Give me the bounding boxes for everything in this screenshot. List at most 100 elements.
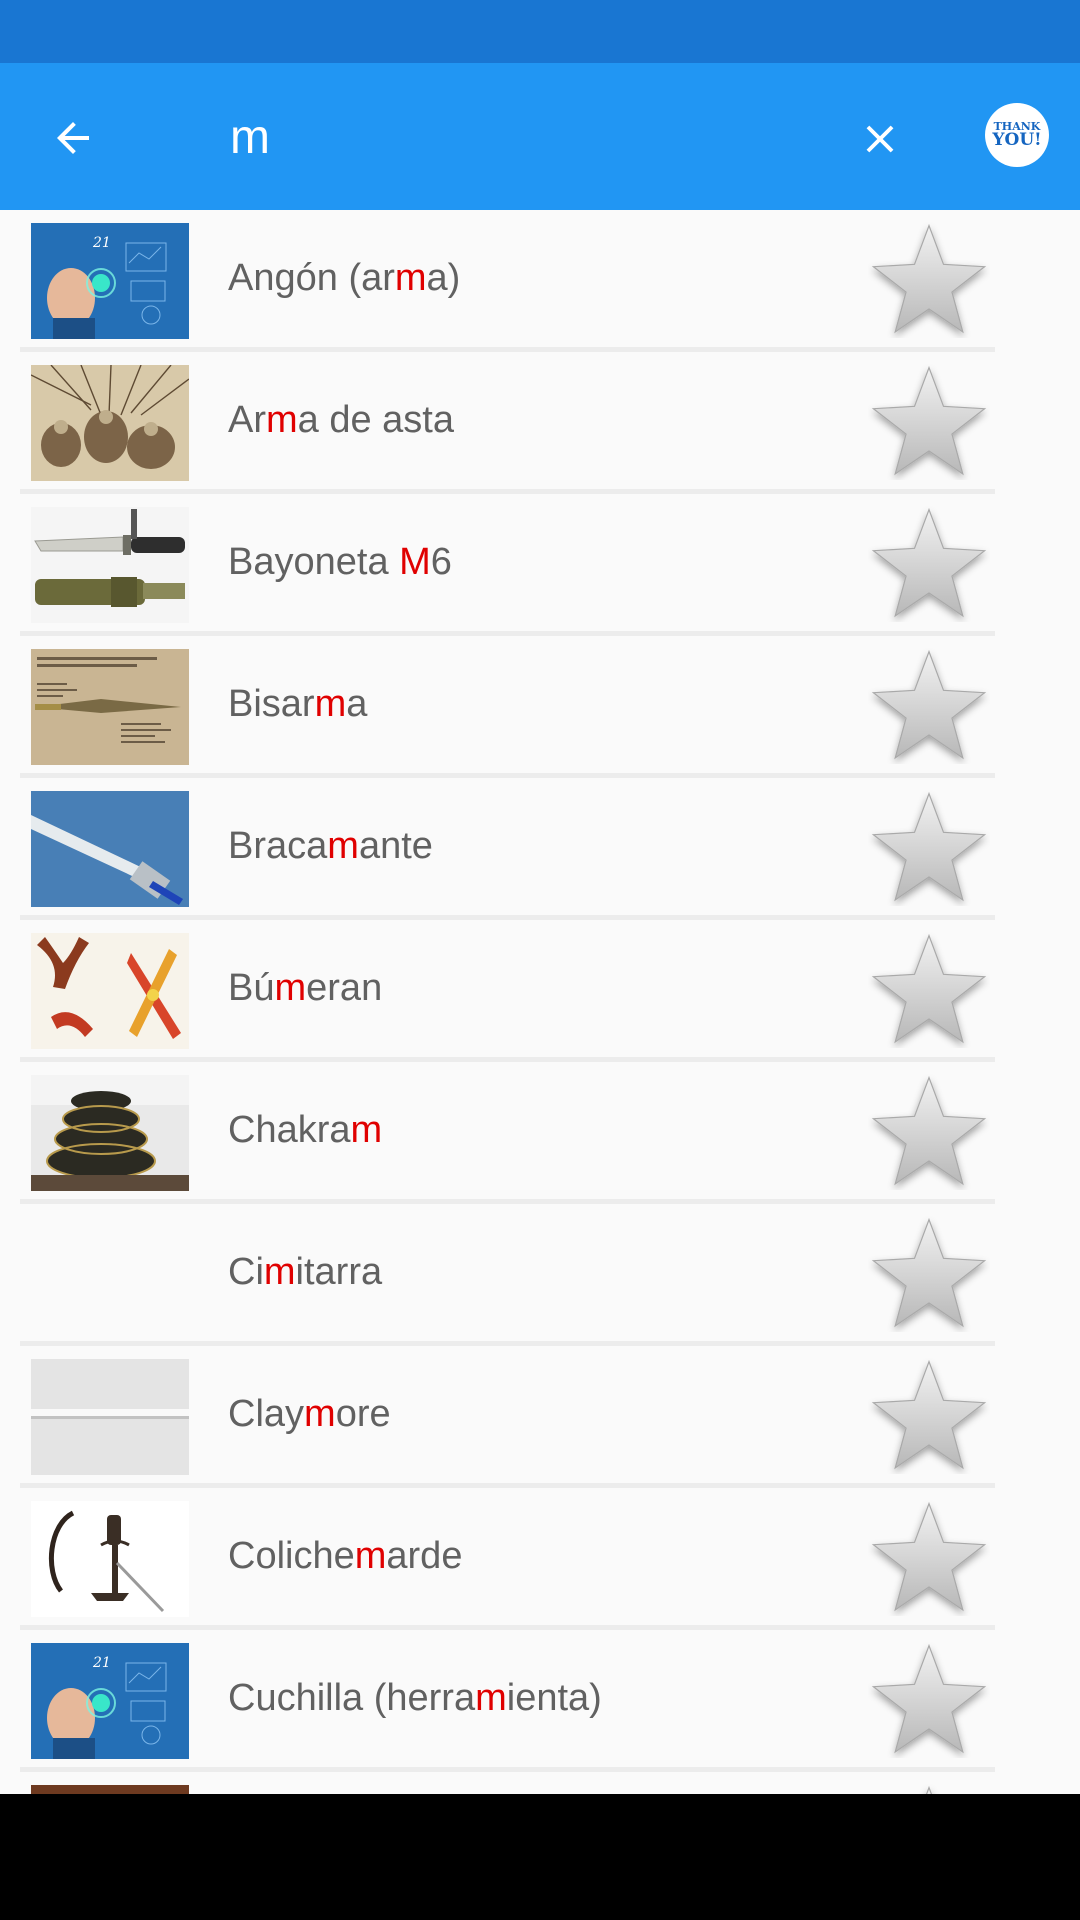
favorite-star-button[interactable] xyxy=(868,790,990,906)
item-thumbnail xyxy=(31,933,189,1049)
close-icon xyxy=(866,125,894,153)
item-title-text: a de asta xyxy=(297,399,454,441)
star-icon xyxy=(925,1785,933,1794)
favorite-star-button[interactable] xyxy=(868,1358,990,1474)
arrow-left-icon xyxy=(57,122,89,154)
favorite-star-button[interactable] xyxy=(868,1500,990,1616)
status-bar xyxy=(0,0,1080,63)
app-screen: THANK YOU! 21Angón (arma)Arma de astaBay… xyxy=(0,0,1080,1794)
clear-search-button[interactable] xyxy=(846,105,914,173)
star-icon xyxy=(871,223,987,334)
item-title-text: Bisar xyxy=(228,683,315,725)
item-title-text: Braca xyxy=(228,825,328,867)
search-toolbar: THANK YOU! xyxy=(0,63,1080,210)
item-title: Cimitarra xyxy=(228,1204,382,1341)
list-item[interactable]: Bracamante xyxy=(20,778,995,920)
item-thumbnail xyxy=(31,1217,189,1333)
star-icon xyxy=(871,1217,987,1328)
star-icon xyxy=(871,365,987,476)
item-title-text: Bayoneta xyxy=(228,541,400,583)
search-match-highlight: M xyxy=(399,541,431,583)
list-item[interactable] xyxy=(20,1772,995,1794)
item-title-text: Clay xyxy=(228,1393,305,1435)
item-title-text: ante xyxy=(358,825,433,867)
item-title: Claymore xyxy=(228,1346,391,1483)
search-match-highlight: m xyxy=(274,967,307,1009)
item-title-text: a) xyxy=(426,257,461,299)
item-title: Cuchilla (herramienta) xyxy=(228,1630,602,1767)
item-thumbnail xyxy=(31,1359,189,1475)
search-match-highlight: m xyxy=(266,399,298,441)
star-icon xyxy=(871,1501,987,1612)
favorite-star-button[interactable] xyxy=(868,222,990,338)
item-thumbnail: 21 xyxy=(31,223,189,339)
star-icon xyxy=(871,791,987,902)
search-match-highlight: m xyxy=(304,1393,336,1435)
item-thumbnail xyxy=(31,1785,189,1794)
list-item[interactable]: Chakram xyxy=(20,1062,995,1204)
item-thumbnail xyxy=(31,1501,189,1617)
item-title-text: Angón (ar xyxy=(228,257,395,299)
search-match-highlight: m xyxy=(314,683,347,725)
svg-text:21: 21 xyxy=(92,1655,111,1671)
star-icon xyxy=(871,933,987,1044)
thank-you-button[interactable]: THANK YOU! xyxy=(985,103,1049,167)
search-match-highlight: m xyxy=(394,257,427,299)
back-button[interactable] xyxy=(42,107,104,169)
item-title-text: a xyxy=(346,683,368,725)
star-icon xyxy=(871,507,987,618)
favorite-star-button[interactable] xyxy=(868,1074,990,1190)
list-item[interactable]: Claymore xyxy=(20,1346,995,1488)
item-title-text: eran xyxy=(306,967,383,1009)
favorite-star-button[interactable] xyxy=(868,1784,990,1794)
list-item[interactable]: Colichemarde xyxy=(20,1488,995,1630)
list-item[interactable]: Bayoneta M6 xyxy=(20,494,995,636)
item-title-text: Ci xyxy=(228,1251,264,1293)
item-title: Bayoneta M6 xyxy=(228,494,452,631)
star-icon xyxy=(871,1359,987,1470)
item-title: Bracamante xyxy=(228,778,433,915)
star-icon xyxy=(871,1643,987,1754)
item-title: Bisarma xyxy=(228,636,367,773)
star-icon xyxy=(871,649,987,760)
item-thumbnail xyxy=(31,791,189,907)
search-match-highlight: m xyxy=(327,825,359,867)
list-item[interactable]: 21 Angón (arma) xyxy=(20,210,995,352)
item-title: Búmeran xyxy=(228,920,382,1057)
list-item[interactable]: Bisarma xyxy=(20,636,995,778)
item-thumbnail: 21 xyxy=(31,1643,189,1759)
star-icon xyxy=(871,1075,987,1186)
item-title-text: ienta) xyxy=(506,1677,602,1719)
item-title-text: Coliche xyxy=(228,1535,355,1577)
item-title-text: Chakra xyxy=(228,1109,351,1151)
favorite-star-button[interactable] xyxy=(868,932,990,1048)
list-item[interactable]: 21 Cuchilla (herramienta) xyxy=(20,1630,995,1772)
item-thumbnail xyxy=(31,365,189,481)
item-title: Arma de asta xyxy=(228,352,454,489)
item-title: Chakram xyxy=(228,1062,382,1199)
item-title: Colichemarde xyxy=(228,1488,462,1625)
list-item[interactable]: Búmeran xyxy=(20,920,995,1062)
item-thumbnail xyxy=(31,649,189,765)
favorite-star-button[interactable] xyxy=(868,1642,990,1758)
search-match-highlight: m xyxy=(475,1677,507,1719)
search-match-highlight: m xyxy=(350,1109,383,1151)
item-title-text: 6 xyxy=(430,541,452,583)
item-title-text: Ar xyxy=(228,399,266,441)
thank-you-line-2: YOU! xyxy=(992,130,1042,151)
svg-text:21: 21 xyxy=(92,235,111,251)
item-title-text: Bú xyxy=(228,967,275,1009)
favorite-star-button[interactable] xyxy=(868,364,990,480)
favorite-star-button[interactable] xyxy=(868,506,990,622)
item-title: Angón (arma) xyxy=(228,210,460,347)
list-item[interactable]: Cimitarra xyxy=(20,1204,995,1346)
item-title-text: arde xyxy=(386,1535,463,1577)
search-input[interactable] xyxy=(230,101,790,173)
search-match-highlight: m xyxy=(354,1535,387,1577)
item-title-text: ore xyxy=(335,1393,391,1435)
favorite-star-button[interactable] xyxy=(868,1216,990,1332)
item-title-text: itarra xyxy=(295,1251,383,1293)
item-thumbnail xyxy=(31,507,189,623)
favorite-star-button[interactable] xyxy=(868,648,990,764)
list-item[interactable]: Arma de asta xyxy=(20,352,995,494)
